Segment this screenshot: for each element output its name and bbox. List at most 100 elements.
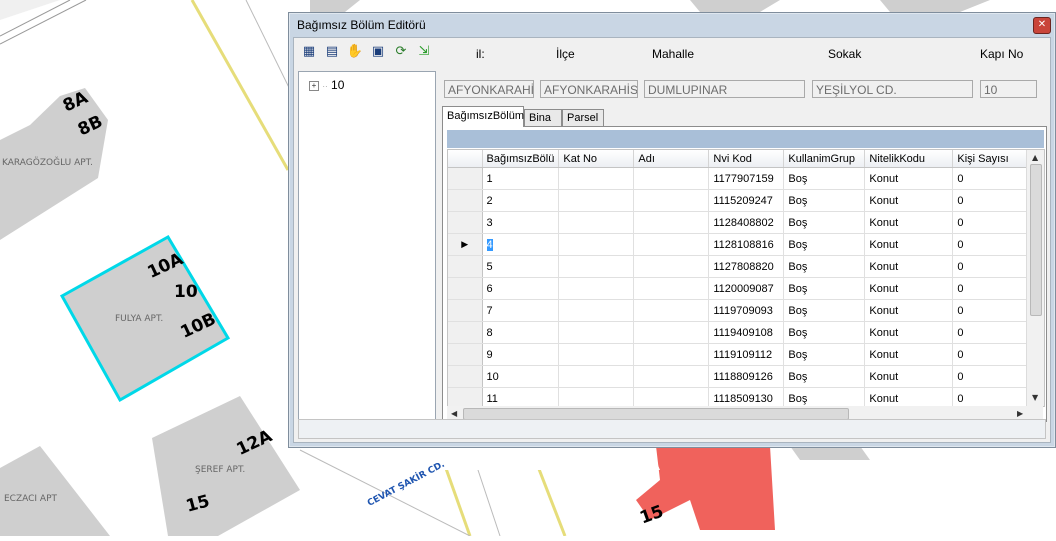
table-row[interactable]: 2 1115209247 Boş Konut 0 — [448, 189, 1034, 212]
cell-bagimsiz-bolum[interactable]: 1 — [482, 167, 560, 190]
tree-node[interactable]: + ·· 10 — [309, 78, 344, 92]
table-row[interactable]: 6 1120009087 Boş Konut 0 — [448, 277, 1034, 300]
row-header[interactable] — [448, 321, 483, 344]
cell-nitelik-kodu[interactable]: Konut — [864, 387, 954, 406]
table-row[interactable]: 8 1119409108 Boş Konut 0 — [448, 321, 1034, 344]
cell-kullanim-grup[interactable]: Boş — [783, 321, 866, 344]
row-header[interactable] — [448, 167, 483, 190]
hand-icon[interactable]: ✋ — [346, 43, 364, 61]
cell-nvi-kod[interactable]: 1119709093 — [708, 299, 785, 322]
cell-kullanim-grup[interactable]: Boş — [783, 277, 866, 300]
table-row[interactable]: 11 1118509130 Boş Konut 0 — [448, 387, 1034, 406]
cell-adi[interactable] — [633, 167, 710, 190]
column-header[interactable]: Nvi Kod — [708, 150, 785, 168]
cell-kat-no[interactable] — [558, 167, 635, 190]
cell-nvi-kod[interactable]: 1128108816 — [708, 233, 785, 256]
close-button[interactable]: ✕ — [1033, 17, 1051, 34]
column-header[interactable]: BağımsızBölü — [482, 150, 560, 168]
cell-kat-no[interactable] — [558, 255, 635, 278]
scroll-down-icon[interactable]: ▼ — [1032, 393, 1038, 402]
cell-nvi-kod[interactable]: 1177907159 — [708, 167, 785, 190]
row-header[interactable] — [448, 343, 483, 366]
cell-kisi-sayisi[interactable]: 0 — [952, 189, 1034, 212]
expand-icon[interactable]: + — [309, 81, 319, 91]
mahalle-field[interactable]: DUMLUPINAR — [644, 80, 805, 98]
cell-adi[interactable] — [633, 255, 710, 278]
cell-kullanim-grup[interactable]: Boş — [783, 167, 866, 190]
row-header[interactable] — [448, 189, 483, 212]
cell-bagimsiz-bolum[interactable]: 5 — [482, 255, 560, 278]
cell-adi[interactable] — [633, 299, 710, 322]
cell-kat-no[interactable] — [558, 387, 635, 406]
cell-bagimsiz-bolum[interactable]: 6 — [482, 277, 560, 300]
table-row[interactable]: 9 1119109112 Boş Konut 0 — [448, 343, 1034, 366]
row-header[interactable] — [448, 387, 483, 406]
column-header[interactable]: Adı — [633, 150, 710, 168]
cell-adi[interactable] — [633, 211, 710, 234]
sokak-field[interactable]: YEŞİLYOL CD. — [812, 80, 973, 98]
ilce-field[interactable]: AFYONKARAHİSAR — [540, 80, 638, 98]
tree-view[interactable]: + ·· 10 — [298, 71, 436, 422]
cell-kullanim-grup[interactable]: Boş — [783, 365, 866, 388]
cell-adi[interactable] — [633, 321, 710, 344]
cell-kullanim-grup[interactable]: Boş — [783, 387, 866, 406]
table-row[interactable]: ▶ 4 1128108816 Boş Konut 0 — [448, 233, 1034, 256]
tab-bina[interactable]: Bina — [524, 109, 562, 126]
vertical-scroll-thumb[interactable] — [1030, 164, 1042, 316]
grid-edit-icon[interactable]: ▤ — [323, 43, 341, 61]
cell-kat-no[interactable] — [558, 211, 635, 234]
scroll-right-icon[interactable]: ▶ — [1017, 409, 1023, 418]
cell-kisi-sayisi[interactable]: 0 — [952, 277, 1034, 300]
vertical-scrollbar[interactable]: ▲ ▼ — [1026, 150, 1044, 406]
save-icon[interactable]: ▣ — [369, 43, 387, 61]
data-grid[interactable]: BağımsızBölü Kat No Adı Nvi Kod Kullanim… — [447, 149, 1045, 407]
cell-bagimsiz-bolum[interactable]: 9 — [482, 343, 560, 366]
cell-adi[interactable] — [633, 233, 710, 256]
cell-nvi-kod[interactable]: 1119409108 — [708, 321, 785, 344]
table-row[interactable]: 10 1118809126 Boş Konut 0 — [448, 365, 1034, 388]
cell-nitelik-kodu[interactable]: Konut — [864, 255, 954, 278]
cell-kat-no[interactable] — [558, 277, 635, 300]
column-header[interactable]: KullanimGrup — [783, 150, 866, 168]
cell-adi[interactable] — [633, 343, 710, 366]
table-row[interactable]: 3 1128408802 Boş Konut 0 — [448, 211, 1034, 234]
cell-nitelik-kodu[interactable]: Konut — [864, 299, 954, 322]
row-header[interactable] — [448, 255, 483, 278]
row-header[interactable] — [448, 277, 483, 300]
cell-adi[interactable] — [633, 277, 710, 300]
il-field[interactable]: AFYONKARAHİSAR — [444, 80, 534, 98]
tab-bagimsiz-bolum[interactable]: BağımsızBölüm — [442, 106, 524, 127]
cell-nitelik-kodu[interactable]: Konut — [864, 167, 954, 190]
grid-add-icon[interactable]: ▦ — [300, 43, 318, 61]
cell-nitelik-kodu[interactable]: Konut — [864, 189, 954, 212]
cell-nvi-kod[interactable]: 1115209247 — [708, 189, 785, 212]
cell-nitelik-kodu[interactable]: Konut — [864, 233, 954, 256]
cell-kat-no[interactable] — [558, 299, 635, 322]
cell-nvi-kod[interactable]: 1127808820 — [708, 255, 785, 278]
cell-kisi-sayisi[interactable]: 0 — [952, 343, 1034, 366]
column-header[interactable]: Kişi Sayısı — [952, 150, 1034, 168]
cell-nitelik-kodu[interactable]: Konut — [864, 343, 954, 366]
cell-kullanim-grup[interactable]: Boş — [783, 211, 866, 234]
row-header[interactable] — [448, 299, 483, 322]
cell-bagimsiz-bolum[interactable]: 11 — [482, 387, 560, 406]
cell-bagimsiz-bolum[interactable]: 8 — [482, 321, 560, 344]
column-header[interactable]: NitelikKodu — [864, 150, 954, 168]
scroll-left-icon[interactable]: ◀ — [451, 409, 457, 418]
cell-adi[interactable] — [633, 387, 710, 406]
cell-kat-no[interactable] — [558, 233, 635, 256]
cell-kat-no[interactable] — [558, 189, 635, 212]
cell-kat-no[interactable] — [558, 343, 635, 366]
cell-kisi-sayisi[interactable]: 0 — [952, 299, 1034, 322]
cell-nitelik-kodu[interactable]: Konut — [864, 321, 954, 344]
cell-kisi-sayisi[interactable]: 0 — [952, 321, 1034, 344]
cell-bagimsiz-bolum[interactable]: 2 — [482, 189, 560, 212]
cell-kisi-sayisi[interactable]: 0 — [952, 233, 1034, 256]
cell-nitelik-kodu[interactable]: Konut — [864, 211, 954, 234]
cell-kat-no[interactable] — [558, 365, 635, 388]
cell-kisi-sayisi[interactable]: 0 — [952, 255, 1034, 278]
cell-kullanim-grup[interactable]: Boş — [783, 189, 866, 212]
editor-window[interactable]: Bağımsız Bölüm Editörü ✕ ▦ ▤ ✋ ▣ ⟳ ⇲ + ·… — [288, 12, 1056, 448]
cell-adi[interactable] — [633, 365, 710, 388]
cell-kisi-sayisi[interactable]: 0 — [952, 365, 1034, 388]
